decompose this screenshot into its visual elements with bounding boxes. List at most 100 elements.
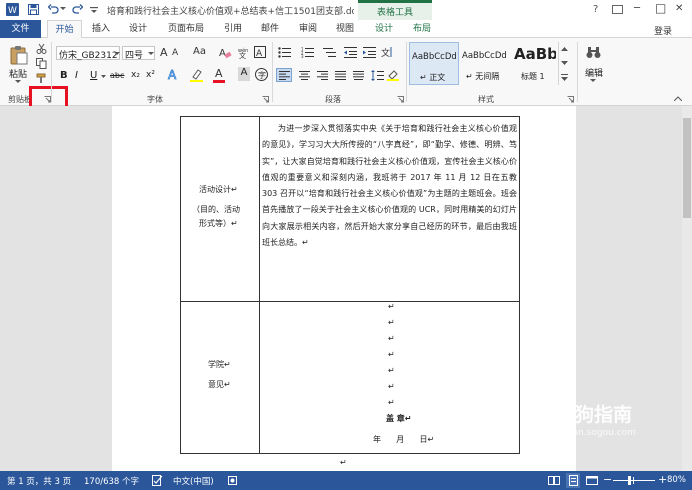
bold-button[interactable]: B <box>60 70 68 81</box>
shading-icon[interactable] <box>386 68 400 82</box>
subscript-button[interactable]: x₂ <box>131 70 140 80</box>
styles-scroll-down-icon[interactable] <box>561 60 568 66</box>
read-mode-icon[interactable] <box>548 475 560 486</box>
style-normal-preview: AaBbCcDd <box>412 52 457 62</box>
sign-in-link[interactable]: 登录 <box>654 24 672 37</box>
highlight-icon[interactable] <box>189 67 203 82</box>
tab-mailings[interactable]: 邮件 <box>256 20 284 38</box>
collapse-ribbon-icon[interactable] <box>673 94 683 102</box>
undo-icon[interactable] <box>47 3 60 16</box>
decrease-indent-icon[interactable] <box>343 45 357 59</box>
style-heading-1[interactable]: AaBb 标题 1 <box>511 42 556 85</box>
numbering-icon[interactable]: 123 <box>300 45 314 59</box>
style-no-spacing[interactable]: AaBbCcDd ↵ 无间隔 <box>459 42 509 85</box>
para-mark: ↵ <box>388 398 395 407</box>
distributed-icon[interactable] <box>350 68 366 82</box>
styles-dialog-launcher-icon[interactable] <box>567 96 574 103</box>
styles-scroll-up-icon[interactable] <box>561 46 568 52</box>
ribbon-separator <box>577 42 578 102</box>
font-dialog-launcher-icon[interactable] <box>262 96 269 103</box>
proofing-icon[interactable] <box>151 474 163 486</box>
page-count[interactable]: 第 1 页，共 3 页 <box>7 475 71 487</box>
paragraph-dialog-launcher-icon[interactable] <box>397 96 404 103</box>
clear-formatting-icon[interactable]: A <box>218 45 232 59</box>
clipboard-dialog-launcher-icon[interactable] <box>44 96 51 103</box>
language-indicator[interactable]: 中文(中国) <box>173 475 214 487</box>
tab-table-design[interactable]: 设计 <box>370 20 398 38</box>
change-case-icon[interactable]: Aa <box>193 46 206 57</box>
justify-icon[interactable] <box>332 68 348 82</box>
increase-indent-icon[interactable] <box>362 45 376 59</box>
zoom-slider-track[interactable] <box>613 476 655 485</box>
zoom-level[interactable]: 80% <box>667 475 686 485</box>
font-size-dropdown[interactable]: 四号 <box>122 46 155 61</box>
web-layout-icon[interactable] <box>586 475 598 486</box>
customize-toolbar-icon[interactable] <box>89 4 99 15</box>
find-binoculars-icon[interactable] <box>585 44 601 60</box>
format-painter-icon[interactable] <box>35 72 47 84</box>
line-spacing-icon[interactable] <box>369 68 385 82</box>
maximize-button[interactable]: □ <box>655 1 666 15</box>
shrink-font-icon[interactable]: A <box>172 48 178 58</box>
align-center-icon[interactable] <box>296 68 312 82</box>
chinese-layout-icon[interactable]: 文 <box>380 45 394 59</box>
grow-font-icon[interactable]: A <box>160 46 168 59</box>
styles-more-icon[interactable] <box>561 73 568 81</box>
scrollbar-thumb[interactable] <box>683 118 691 218</box>
tab-view[interactable]: 视图 <box>331 20 359 38</box>
activity-design-label-1: 活动设计↵ <box>199 185 238 194</box>
tab-page-layout[interactable]: 页面布局 <box>163 20 209 38</box>
redo-icon[interactable] <box>71 3 84 16</box>
copy-icon[interactable] <box>35 57 47 69</box>
svg-text:文: 文 <box>381 47 390 58</box>
font-name-dropdown[interactable]: 仿宋_GB2312 <box>56 46 120 61</box>
tab-design[interactable]: 设计 <box>124 20 152 38</box>
table-border-divider <box>259 116 260 454</box>
zoom-in-button[interactable]: + <box>658 473 667 486</box>
svg-text:A: A <box>219 48 226 59</box>
style-normal[interactable]: AaBbCcDd ↵ 正文 <box>409 42 459 85</box>
italic-button[interactable]: I <box>75 70 78 81</box>
ribbon-display-icon[interactable] <box>612 5 623 14</box>
macro-record-icon[interactable] <box>227 475 237 485</box>
underline-dropdown-icon[interactable] <box>100 74 106 79</box>
multilevel-list-icon[interactable] <box>322 45 336 59</box>
editing-dropdown-icon[interactable] <box>590 78 596 83</box>
save-icon[interactable] <box>27 3 40 16</box>
strikethrough-button[interactable]: abc <box>110 71 124 80</box>
activity-design-label-3: 形式等）↵ <box>199 219 238 228</box>
college-opinion-label-1: 学院↵ <box>208 360 231 369</box>
char-shading-icon[interactable]: A <box>238 67 250 81</box>
align-left-icon[interactable] <box>276 68 292 82</box>
tab-review[interactable]: 审阅 <box>294 20 322 38</box>
underline-button[interactable]: U <box>90 70 97 81</box>
align-right-icon[interactable] <box>314 68 330 82</box>
zoom-slider-thumb[interactable] <box>627 476 631 485</box>
tab-references[interactable]: 引用 <box>219 20 247 38</box>
tab-home[interactable]: 开始 <box>47 20 82 39</box>
close-button[interactable]: ✕ <box>675 3 683 14</box>
vertical-scrollbar[interactable] <box>682 106 692 471</box>
undo-dropdown-icon[interactable] <box>60 6 66 12</box>
word-count[interactable]: 170/638 个字 <box>84 475 139 487</box>
tab-file[interactable]: 文件 <box>0 20 41 38</box>
superscript-button[interactable]: x² <box>146 70 155 80</box>
print-layout-icon[interactable] <box>566 473 580 488</box>
enclose-characters-icon[interactable]: 字 <box>254 67 268 81</box>
svg-text:W: W <box>8 6 17 14</box>
word-app-icon[interactable]: W <box>6 3 19 16</box>
font-color-letter[interactable]: A <box>215 67 223 80</box>
text-effects-icon[interactable]: A <box>166 67 180 82</box>
character-border-icon[interactable]: A <box>253 45 267 59</box>
minimize-button[interactable]: ─ <box>634 3 640 14</box>
phonetic-guide-icon[interactable]: wén 文 <box>236 45 250 59</box>
paste-icon[interactable] <box>9 44 29 66</box>
bullets-icon[interactable] <box>277 45 291 59</box>
activity-description[interactable]: 为进一步深入贯彻落实中央《关于培育和践行社会主义核心价值观的意见》，学习习大大所… <box>262 121 517 251</box>
tab-table-layout[interactable]: 布局 <box>408 20 436 38</box>
tab-insert[interactable]: 插入 <box>87 20 115 38</box>
paste-dropdown-icon[interactable] <box>15 79 21 84</box>
zoom-out-button[interactable]: − <box>603 473 612 486</box>
help-button[interactable]: ? <box>593 4 598 15</box>
cut-icon[interactable] <box>35 42 47 54</box>
